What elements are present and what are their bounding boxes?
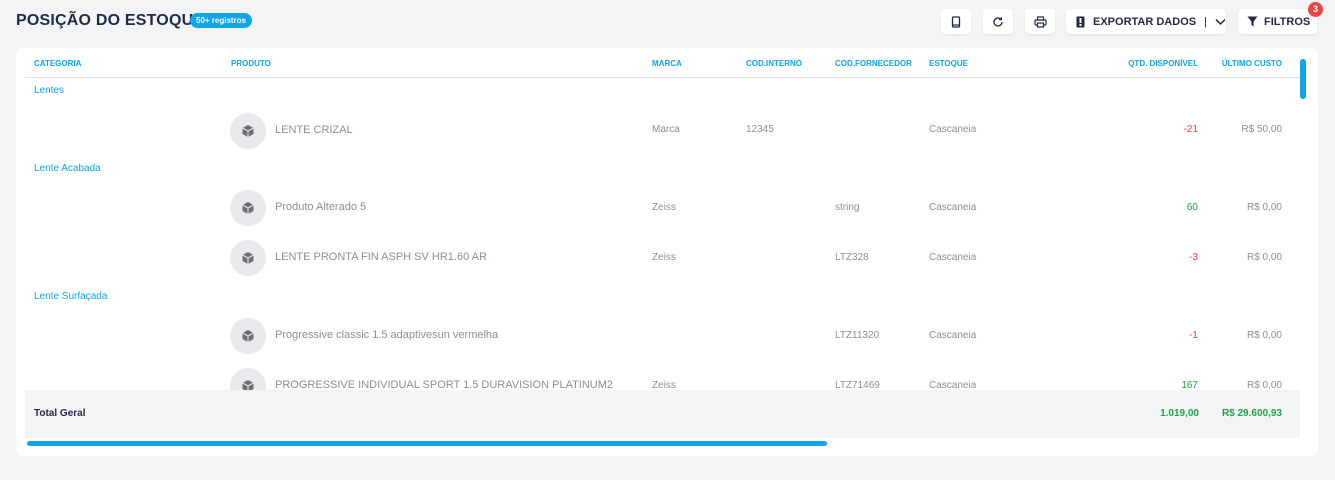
internal-code-cell: 12345 (746, 124, 774, 135)
records-count-badge: 50+ registros (190, 13, 253, 28)
category-group-label: Lente Surfaçada (34, 291, 108, 302)
filters-button[interactable]: FILTROS (1238, 9, 1317, 34)
page-header: POSIÇÃO DO ESTOQUE 50+ registros EXPORTA… (0, 0, 1335, 44)
brand-cell: Marca (652, 124, 680, 135)
header-divider (25, 77, 1300, 78)
stock-location-cell: Cascaneia (929, 252, 977, 263)
stock-location-cell: Cascaneia (929, 330, 977, 341)
grand-total-qty: 1.019,00 (1160, 408, 1199, 419)
column-header-categoria[interactable]: CATEGORIA (34, 59, 81, 68)
horizontal-scrollbar[interactable] (27, 441, 827, 446)
available-qty-cell: 167 (1181, 380, 1198, 390)
vertical-scrollbar[interactable] (1300, 59, 1306, 99)
available-qty-cell: -1 (1189, 330, 1198, 341)
column-header-ultimo-custo[interactable]: ÚLTIMO CUSTO (1222, 59, 1282, 68)
available-qty-cell: -21 (1183, 124, 1198, 135)
column-header-cod-fornecedor[interactable]: COD.FORNECEDOR (835, 59, 912, 68)
stock-table-card: CATEGORIA PRODUTO MARCA COD.INTERNO COD.… (16, 48, 1318, 456)
last-cost-cell: R$ 0,00 (1246, 330, 1282, 341)
export-data-label: EXPORTAR DADOS (1093, 15, 1197, 28)
product-name: Produto Alterado 5 (275, 201, 367, 213)
column-header-qtd-disponivel[interactable]: QTD. DISPONÍVEL (1128, 59, 1198, 68)
column-header-marca[interactable]: MARCA (652, 59, 682, 68)
grand-total-row: Total Geral 1.019,00 R$ 29.600,93 (25, 390, 1300, 438)
stock-location-cell: Cascaneia (929, 380, 977, 390)
last-cost-cell: R$ 0,00 (1246, 252, 1282, 263)
column-header-estoque[interactable]: ESTOQUE (929, 59, 968, 68)
stock-location-cell: Cascaneia (929, 202, 977, 213)
supplier-code-cell: string (835, 202, 860, 213)
category-group-label: Lentes (34, 85, 65, 96)
refresh-button[interactable] (983, 9, 1013, 34)
last-cost-cell: R$ 0,00 (1246, 202, 1282, 213)
filters-label: FILTROS (1264, 15, 1311, 28)
supplier-code-cell: LTZ71469 (835, 380, 880, 390)
box-icon (230, 368, 266, 390)
grand-total-cost: R$ 29.600,93 (1221, 408, 1282, 419)
last-cost-cell: R$ 0,00 (1246, 380, 1282, 390)
brand-cell: Zeiss (652, 202, 676, 213)
available-qty-cell: -3 (1189, 252, 1198, 263)
brand-cell: Zeiss (652, 252, 676, 263)
available-qty-cell: 60 (1186, 202, 1198, 213)
brand-cell: Zeiss (652, 380, 676, 390)
stock-table[interactable]: CATEGORIA PRODUTO MARCA COD.INTERNO COD.… (25, 48, 1300, 390)
print-button[interactable] (1025, 9, 1055, 34)
product-name: Progressive classic 1.5 adaptivesun verm… (275, 329, 499, 341)
supplier-code-cell: LTZ328 (835, 252, 869, 263)
stock-location-cell: Cascaneia (929, 124, 977, 135)
box-icon (230, 190, 266, 226)
box-icon (230, 113, 266, 149)
column-header-produto[interactable]: PRODUTO (231, 59, 271, 68)
box-icon (230, 240, 266, 276)
product-name: LENTE CRIZAL (275, 124, 353, 136)
chevron-down-icon[interactable] (1215, 18, 1226, 26)
column-header-cod-interno[interactable]: COD.INTERNO (746, 59, 802, 68)
filter-icon (1247, 16, 1258, 27)
printer-icon (1033, 15, 1047, 28)
product-name: LENTE PRONTA FIN ASPH SV HR1.60 AR (275, 251, 487, 263)
grand-total-label: Total Geral (34, 408, 86, 419)
refresh-icon (992, 16, 1004, 28)
file-export-icon (1076, 16, 1085, 28)
book-icon (950, 15, 962, 28)
last-cost-cell: R$ 50,00 (1241, 124, 1282, 135)
box-icon (230, 318, 266, 354)
supplier-code-cell: LTZ11320 (835, 330, 880, 341)
export-separator: | (1204, 15, 1207, 28)
category-group-label: Lente Acabada (34, 163, 101, 174)
product-name: PROGRESSIVE INDIVIDUAL SPORT 1.5 DURAVIS… (275, 379, 614, 390)
filters-count-badge: 3 (1308, 2, 1323, 17)
page-title: POSIÇÃO DO ESTOQUE (16, 12, 205, 29)
book-button[interactable] (941, 9, 971, 34)
export-data-button[interactable]: EXPORTAR DADOS | (1066, 9, 1226, 34)
